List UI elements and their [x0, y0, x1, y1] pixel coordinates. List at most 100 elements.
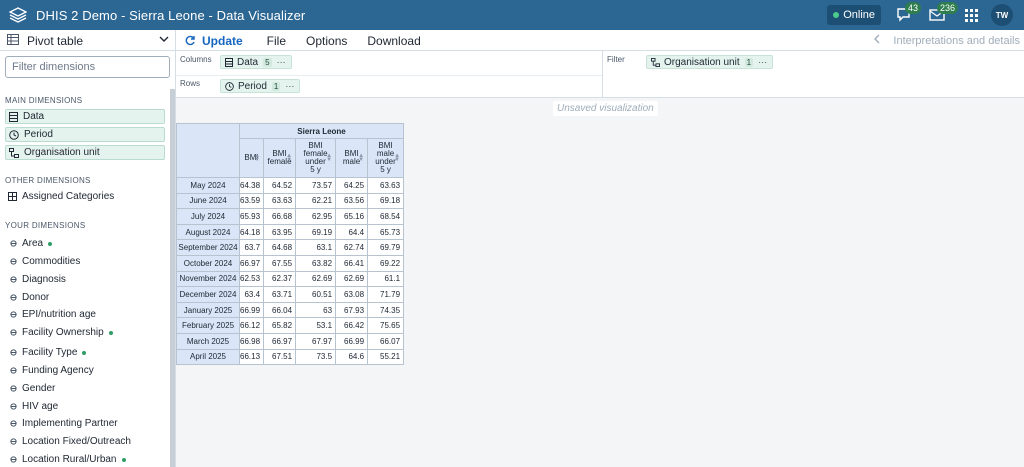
sidebar-scrollbar[interactable]: [170, 89, 175, 467]
pivot-column-header[interactable]: BMI female ▲ ▼: [263, 138, 297, 178]
dimension-your-item[interactable]: Location Rural/Urban: [10, 454, 126, 465]
value-cell[interactable]: 63.71: [263, 286, 297, 303]
value-cell[interactable]: 63.82: [295, 254, 337, 272]
value-cell[interactable]: 66.42: [335, 317, 369, 334]
more-options-icon[interactable]: ⋯: [758, 57, 768, 68]
value-cell[interactable]: 63.08: [335, 286, 369, 303]
columns-data-chip[interactable]: Data 5 ⋯: [220, 55, 292, 69]
value-cell[interactable]: 66.98: [238, 332, 265, 350]
dimension-organisation-unit[interactable]: Organisation unit: [5, 145, 165, 160]
dimension-your-item[interactable]: Facility Type: [10, 347, 87, 358]
interpretations-button[interactable]: 43: [893, 2, 922, 27]
value-cell[interactable]: 64.18: [238, 223, 265, 241]
dimension-assigned-categories[interactable]: Assigned Categories: [8, 191, 114, 202]
value-cell[interactable]: 66.13: [238, 348, 265, 366]
update-button[interactable]: Update: [185, 34, 243, 48]
value-cell[interactable]: 69.79: [367, 239, 405, 256]
dimension-your-item[interactable]: HIV age: [10, 401, 58, 412]
value-cell[interactable]: 69.18: [367, 192, 405, 210]
dimension-data[interactable]: Data: [5, 109, 165, 124]
value-cell[interactable]: 64.38: [238, 177, 265, 194]
value-cell[interactable]: 69.19: [295, 223, 337, 241]
value-cell[interactable]: 62.21: [295, 192, 337, 210]
pivot-column-header[interactable]: BMI male ▲ ▼: [335, 138, 369, 178]
value-cell[interactable]: 64.25: [335, 177, 369, 194]
dimension-your-item[interactable]: Gender: [10, 383, 55, 394]
value-cell[interactable]: 63.4: [238, 286, 265, 303]
pivot-column-header[interactable]: BMI female under 5 y ▲ ▼: [295, 138, 337, 178]
value-cell[interactable]: 63.59: [238, 192, 265, 210]
options-menu[interactable]: Options: [306, 34, 347, 48]
filter-dimensions-input[interactable]: [5, 56, 170, 78]
value-cell[interactable]: 66.99: [335, 332, 369, 350]
value-cell[interactable]: 63.1: [295, 239, 337, 256]
sort-icon[interactable]: ▲ ▼: [358, 153, 364, 163]
value-cell[interactable]: 62.53: [238, 270, 265, 288]
value-cell[interactable]: 71.79: [367, 286, 405, 303]
dimension-your-item[interactable]: EPI/nutrition age: [10, 309, 96, 320]
value-cell[interactable]: 65.16: [335, 208, 369, 225]
rows-period-chip[interactable]: Period 1 ⋯: [220, 79, 301, 93]
dimension-your-item[interactable]: Area: [10, 238, 53, 249]
value-cell[interactable]: 66.12: [238, 317, 265, 334]
dimension-your-item[interactable]: Donor: [10, 292, 49, 303]
value-cell[interactable]: 66.41: [335, 254, 369, 272]
dhis2-logo-icon[interactable]: [5, 4, 31, 26]
value-cell[interactable]: 67.55: [263, 254, 297, 272]
value-cell[interactable]: 62.37: [263, 270, 297, 288]
sort-icon[interactable]: ▲ ▼: [286, 153, 292, 163]
dimension-your-item[interactable]: Diagnosis: [10, 274, 66, 285]
value-cell[interactable]: 55.21: [367, 348, 405, 366]
value-cell[interactable]: 64.52: [263, 177, 297, 194]
value-cell[interactable]: 62.95: [295, 208, 337, 225]
value-cell[interactable]: 63.95: [263, 223, 297, 241]
value-cell[interactable]: 73.5: [295, 348, 337, 366]
value-cell[interactable]: 67.97: [295, 332, 337, 350]
interpretations-panel-toggle[interactable]: Interpretations and details: [873, 30, 1020, 51]
value-cell[interactable]: 64.4: [335, 223, 369, 241]
value-cell[interactable]: 62.69: [295, 270, 337, 288]
more-options-icon[interactable]: ⋯: [277, 57, 287, 68]
value-cell[interactable]: 65.73: [367, 223, 405, 241]
value-cell[interactable]: 63.56: [335, 192, 369, 210]
visualization-type-selector[interactable]: Pivot table: [0, 30, 176, 51]
file-menu[interactable]: File: [267, 34, 286, 48]
pivot-column-header[interactable]: BMI ▲ ▼: [238, 138, 265, 178]
dimension-your-item[interactable]: Funding Agency: [10, 365, 94, 376]
value-cell[interactable]: 66.04: [263, 301, 297, 319]
value-cell[interactable]: 65.82: [263, 317, 297, 334]
value-cell[interactable]: 64.6: [335, 348, 369, 366]
value-cell[interactable]: 74.35: [367, 301, 405, 319]
dimension-your-item[interactable]: Implementing Partner: [10, 418, 118, 429]
value-cell[interactable]: 62.74: [335, 239, 369, 256]
filter-org-unit-chip[interactable]: Organisation unit 1 ⋯: [646, 55, 774, 69]
value-cell[interactable]: 63.63: [367, 177, 405, 194]
value-cell[interactable]: 64.68: [263, 239, 297, 256]
value-cell[interactable]: 75.65: [367, 317, 405, 334]
sort-icon[interactable]: ▲ ▼: [394, 153, 400, 163]
value-cell[interactable]: 63: [295, 301, 337, 319]
value-cell[interactable]: 63.63: [263, 192, 297, 210]
value-cell[interactable]: 66.97: [238, 254, 265, 272]
dimension-period[interactable]: Period: [5, 127, 165, 142]
value-cell[interactable]: 73.57: [295, 177, 337, 194]
dimension-your-item[interactable]: Commodities: [10, 256, 80, 267]
value-cell[interactable]: 66.97: [263, 332, 297, 350]
value-cell[interactable]: 67.51: [263, 348, 297, 366]
more-options-icon[interactable]: ⋯: [285, 81, 295, 92]
value-cell[interactable]: 62.69: [335, 270, 369, 288]
value-cell[interactable]: 67.93: [335, 301, 369, 319]
pivot-column-header[interactable]: BMI male under 5 y ▲ ▼: [367, 138, 405, 178]
value-cell[interactable]: 65.93: [238, 208, 265, 225]
value-cell[interactable]: 60.51: [295, 286, 337, 303]
messages-button[interactable]: 236: [925, 2, 959, 27]
value-cell[interactable]: 66.68: [263, 208, 297, 225]
value-cell[interactable]: 68.54: [367, 208, 405, 225]
value-cell[interactable]: 61.1: [367, 270, 405, 288]
sort-icon[interactable]: ▲ ▼: [326, 153, 332, 163]
value-cell[interactable]: 53.1: [295, 317, 337, 334]
dimension-your-item[interactable]: Facility Ownership: [10, 327, 113, 338]
download-menu[interactable]: Download: [367, 34, 420, 48]
apps-menu-icon[interactable]: [959, 3, 983, 27]
sort-icon[interactable]: ▲ ▼: [254, 153, 260, 163]
